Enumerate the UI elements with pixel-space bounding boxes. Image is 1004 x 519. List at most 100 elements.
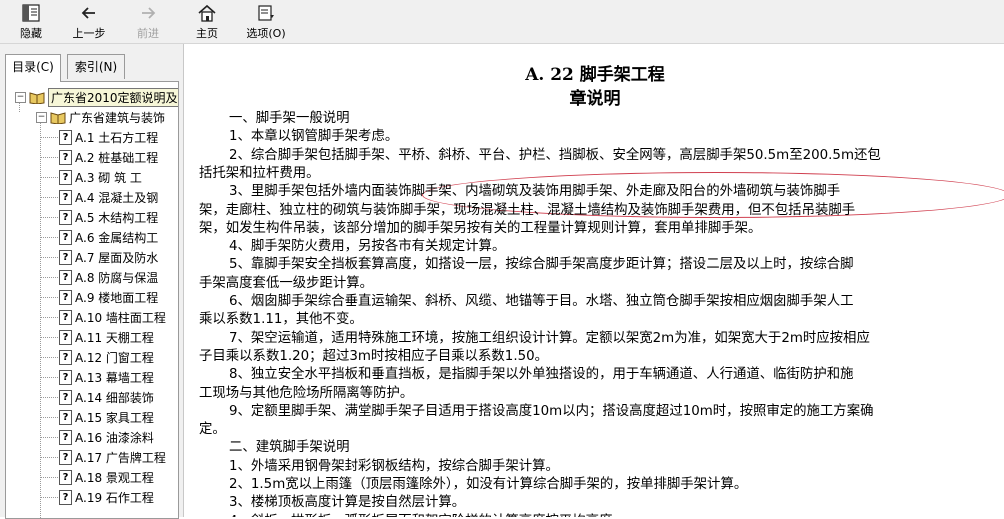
help-topic-icon: ?	[59, 269, 72, 285]
tree-connector	[41, 297, 58, 298]
tree-root-label: 广东省2010定额说明及计算规则	[48, 87, 178, 107]
page-title: A. 22 脚手架工程	[525, 65, 665, 85]
help-topic-icon: ?	[59, 249, 72, 265]
tree-connector	[41, 177, 58, 178]
tree-connector	[41, 137, 58, 138]
tree-item[interactable]: ? A.1 土石方工程	[59, 127, 158, 147]
hide-label: 隐藏	[20, 27, 42, 40]
tree-item-label: A.3 砌 筑 工	[75, 170, 142, 185]
content-line: 架，走廊柱、独立柱的砌筑与装饰脚手架，现场混凝土柱、混凝土墙结构及装饰脚手架费用…	[199, 202, 856, 218]
tree-item[interactable]: ? A.9 楼地面工程	[59, 287, 158, 307]
tree-item-label: A.18 景观工程	[75, 470, 154, 485]
back-arrow-icon	[81, 7, 95, 19]
help-topic-icon: ?	[59, 149, 72, 165]
content-line: 2、1.5m宽以上雨篷（顶层雨篷除外），如没有计算综合脚手架的，按单排脚手架计算…	[229, 477, 748, 492]
tree-item-label: A.19 石作工程	[75, 490, 154, 505]
content-line: 2、综合脚手架包括脚手架、平桥、斜桥、平台、护栏、挡脚板、安全网等，高层脚手架5…	[229, 147, 881, 163]
tree-item[interactable]: ? A.6 金属结构工	[59, 227, 158, 247]
navigation-pane: 目录(C) 索引(N) − 广东省2010定额说明及计算规则 − 广东省建筑与装…	[0, 44, 184, 519]
help-topic-icon: ?	[59, 229, 72, 245]
content-line: 手架高度套低一级步距计算。	[199, 275, 374, 291]
tree-item[interactable]: ? A.19 石作工程	[59, 487, 154, 507]
tree-item[interactable]: ? A.3 砌 筑 工	[59, 167, 142, 187]
tree-child-label: 广东省建筑与装饰	[69, 110, 166, 125]
content-line: 工现场与其他危险场所隔离等防护。	[199, 385, 414, 401]
tree-connector	[41, 197, 58, 198]
toolbar: 隐藏 上一步 前进 主页 选项(O)	[0, 0, 1004, 44]
forward-button[interactable]: 前进	[133, 0, 163, 43]
options-label: 选项(O)	[246, 27, 286, 40]
tree-item[interactable]: ? A.16 油漆涂料	[59, 427, 154, 447]
help-topic-icon: ?	[59, 469, 72, 485]
tree-item-label: A.12 门窗工程	[75, 350, 154, 365]
content-line: 1、本章以钢管脚手架考虑。	[229, 129, 399, 145]
help-topic-icon: ?	[59, 189, 72, 205]
tree-connector	[41, 437, 58, 438]
tree-connector	[41, 237, 58, 238]
content-line: 3、楼梯顶板高度计算是按自然层计算。	[229, 495, 466, 511]
help-topic-icon: ?	[59, 349, 72, 365]
home-icon	[198, 4, 216, 22]
tree-connector	[41, 497, 58, 498]
tree-connector	[41, 157, 58, 158]
tree-item-label: A.4 混凝土及钢	[75, 190, 159, 205]
help-topic-icon: ?	[59, 409, 72, 425]
tree-item[interactable]: ? A.2 桩基础工程	[59, 147, 158, 167]
tree-child[interactable]: − 广东省建筑与装饰	[36, 107, 165, 127]
tree-item-label: A.15 家具工程	[75, 410, 154, 425]
tree-item-label: A.9 楼地面工程	[75, 290, 159, 305]
tree-connector	[41, 257, 58, 258]
tab-contents[interactable]: 目录(C)	[5, 54, 61, 82]
collapse-icon[interactable]: −	[36, 111, 47, 123]
hide-button[interactable]: 隐藏	[14, 0, 48, 43]
tree-item[interactable]: ? A.4 混凝土及钢	[59, 187, 158, 207]
open-book-icon	[50, 112, 66, 124]
tree-item[interactable]: ? A.15 家具工程	[59, 407, 154, 427]
tree-item-label: A.7 屋面及防水	[75, 250, 159, 265]
tree-item-label: A.10 墙柱面工程	[75, 310, 166, 325]
content-line: 3、里脚手架包括外墙内面装饰脚手架、内墙砌筑及装饰用脚手架、外走廊及阳台的外墙砌…	[229, 184, 841, 200]
tree-item[interactable]: ? A.10 墙柱面工程	[59, 307, 166, 327]
content-line: 括托架和拉杆费用。	[199, 165, 320, 181]
tree-item[interactable]: ? A.18 景观工程	[59, 467, 154, 487]
home-button[interactable]: 主页	[193, 0, 221, 43]
content-line: 4、脚手架防火费用，另按各市有关规定计算。	[229, 239, 506, 255]
tree-connector	[41, 277, 58, 278]
content-line: 子目乘以系数1.20；超过3m时按相应子目乘以系数1.50。	[199, 348, 549, 364]
options-button[interactable]: 选项(O)	[241, 0, 291, 43]
collapse-icon[interactable]: −	[15, 91, 26, 103]
tree-connector	[41, 377, 58, 378]
back-button[interactable]: 上一步	[67, 0, 111, 43]
content-line: 二、建筑脚手架说明	[229, 440, 350, 456]
tab-index[interactable]: 索引(N)	[67, 54, 125, 79]
tree-item-label: A.6 金属结构工	[75, 230, 159, 245]
help-topic-icon: ?	[59, 169, 72, 185]
tree-connector	[41, 397, 58, 398]
tree-item[interactable]: ? A.11 天棚工程	[59, 327, 154, 347]
tree-item[interactable]: ? A.7 屋面及防水	[59, 247, 158, 267]
tree-root[interactable]: − 广东省2010定额说明及计算规则	[15, 87, 178, 107]
help-topic-icon: ?	[59, 129, 72, 145]
tree-item[interactable]: ? A.13 幕墙工程	[59, 367, 154, 387]
tree-item[interactable]: ? A.17 广告牌工程	[59, 447, 166, 467]
tree-item[interactable]: ? A.5 木结构工程	[59, 207, 158, 227]
tree-item-label: A.1 土石方工程	[75, 130, 159, 145]
content-line: 定。	[199, 422, 226, 438]
tree-connector	[41, 457, 58, 458]
content-line: 一、脚手架一般说明	[229, 111, 350, 126]
tree-item-label: A.16 油漆涂料	[75, 430, 154, 445]
tree-item-label: A.17 广告牌工程	[75, 450, 166, 465]
home-label: 主页	[196, 27, 218, 40]
content-pane: A. 22 脚手架工程 章说明 一、脚手架一般说明 1、本章以钢管脚手架考虑。 2、…	[186, 44, 1004, 517]
tree-item[interactable]: ? A.12 门窗工程	[59, 347, 154, 367]
help-topic-icon: ?	[59, 309, 72, 325]
help-topic-icon: ?	[59, 209, 72, 225]
help-topic-icon: ?	[59, 329, 72, 345]
content-line: 5、靠脚手架安全挡板套算高度，如搭设一层，按综合脚手架高度步距计算；搭设二层及以…	[229, 257, 854, 273]
tree-item[interactable]: ? A.8 防腐与保温	[59, 267, 158, 287]
tree-connector	[41, 217, 58, 218]
tree-item-label: A.11 天棚工程	[75, 330, 154, 345]
help-topic-icon: ?	[59, 369, 72, 385]
tree-item[interactable]: ? A.14 细部装饰	[59, 387, 154, 407]
help-topic-icon: ?	[59, 429, 72, 445]
